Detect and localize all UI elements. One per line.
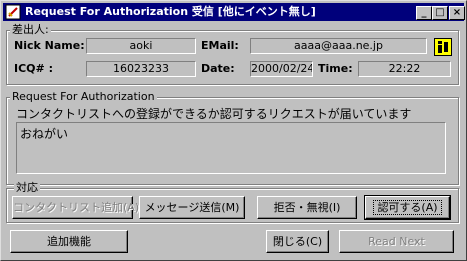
- nick-name-field: aoki: [86, 38, 196, 54]
- request-description: コンタクトリストへの登録ができるか認可するリクエストが届いています: [16, 107, 412, 121]
- app-icon: [5, 4, 21, 20]
- date-field: 2000/02/24: [250, 61, 313, 77]
- info-icon: [438, 41, 448, 53]
- request-group-label: Request For Authorization: [10, 90, 157, 103]
- time-field: 22:22: [358, 61, 451, 77]
- icq-label: ICQ# :: [14, 62, 53, 75]
- reject-ignore-button[interactable]: 拒否・無視(I): [257, 196, 357, 219]
- authorization-request-window: Request For Authorization 受信 [他にイベント無し] …: [0, 0, 467, 261]
- authorize-button-label: 認可する(A): [373, 200, 442, 215]
- minimize-button[interactable]: _: [416, 6, 432, 20]
- extra-functions-button[interactable]: 追加機能: [10, 230, 128, 253]
- read-next-button[interactable]: Read Next: [339, 230, 454, 253]
- icq-field: 16023233: [86, 61, 196, 77]
- close-dialog-button[interactable]: 閉じる(C): [266, 230, 329, 253]
- sender-group-label: 差出人:: [10, 23, 51, 36]
- request-message-box[interactable]: おねがい: [16, 122, 446, 174]
- date-label: Date:: [201, 62, 235, 75]
- close-button[interactable]: ×: [449, 6, 465, 20]
- email-label: EMail:: [201, 39, 239, 52]
- email-details-icon[interactable]: [434, 38, 452, 56]
- nick-name-label: Nick Name:: [14, 39, 85, 52]
- title-bar[interactable]: Request For Authorization 受信 [他にイベント無し] …: [3, 3, 465, 21]
- maximize-button[interactable]: □: [432, 6, 448, 20]
- email-field: aaaa@aaa.ne.jp: [250, 38, 427, 54]
- authorize-button[interactable]: 認可する(A): [364, 195, 451, 220]
- window-title: Request For Authorization 受信 [他にイベント無し]: [25, 5, 316, 18]
- add-to-contact-list-button[interactable]: コンタクトリスト追加(A): [12, 196, 139, 219]
- time-label: Time:: [318, 62, 353, 75]
- send-message-button[interactable]: メッセージ送信(M): [139, 196, 245, 219]
- actions-group-label: 対応: [14, 181, 40, 194]
